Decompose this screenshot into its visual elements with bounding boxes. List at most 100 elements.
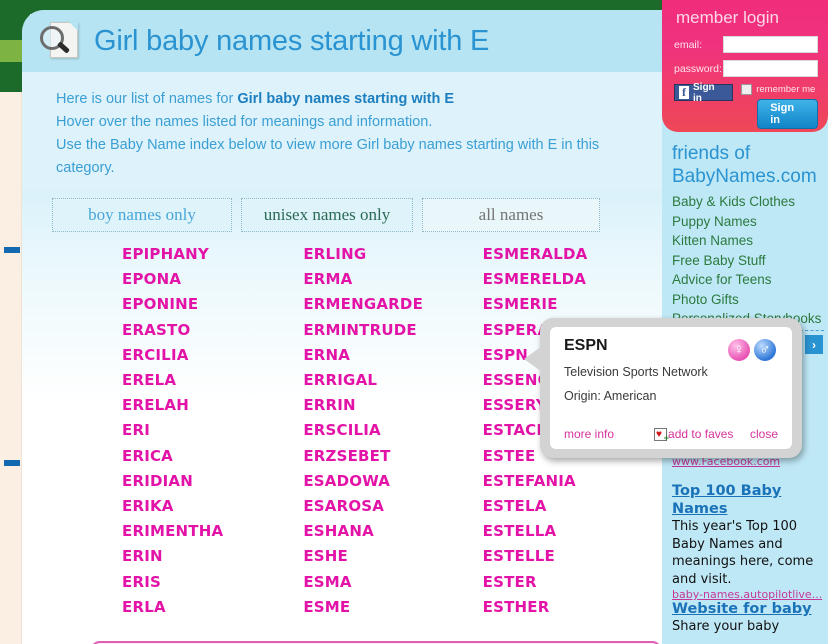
name-link[interactable]: ERRIN [303,393,482,418]
member-login-title: member login [676,8,779,27]
margin-marker [4,247,20,253]
name-link[interactable]: ESHANA [303,519,482,544]
name-link[interactable]: ERRIGAL [303,368,482,393]
remember-me-label: remember me [756,84,816,95]
tooltip-origin: Origin: American [564,389,657,403]
add-to-faves-icon: ♥ + [654,427,670,443]
name-link[interactable]: EPIPHANY [122,242,301,267]
friends-links-list: Baby & Kids Clothes Puppy Names Kitten Nam… [672,192,828,329]
name-link[interactable]: ERLA [122,595,301,620]
name-link[interactable]: ESTHER [483,595,662,620]
tooltip-pointer [524,346,542,372]
name-link[interactable]: ERIN [122,544,301,569]
tab-boy-names-only[interactable]: boy names only [52,198,232,232]
name-link[interactable]: ERI [122,418,301,443]
name-link[interactable]: ESTELLA [483,519,662,544]
close-tooltip-link[interactable]: close [750,427,778,441]
female-symbol-icon: ♀ [728,339,750,361]
tooltip-body: ESPN ♀ ♂ Television Sports Network Origi… [550,327,792,449]
friends-link[interactable]: Baby & Kids Clothes [672,192,828,212]
search-document-icon [40,20,84,62]
intro-line-2: Hover over the names listed for meanings… [56,114,433,130]
email-label: email: [674,38,703,51]
friends-of-babynames-title: friends of BabyNames.com [672,142,828,188]
name-link[interactable]: ERLING [303,242,482,267]
name-link[interactable]: ESHE [303,544,482,569]
name-link[interactable]: EPONINE [122,292,301,317]
name-link[interactable]: ERSCILIA [303,418,482,443]
password-field[interactable] [723,60,818,77]
name-link[interactable]: ERIKA [122,494,301,519]
name-link[interactable]: ESAROSA [303,494,482,519]
name-link[interactable]: ESTER [483,570,662,595]
ad-headline[interactable]: Top 100 Baby Names [672,482,828,518]
name-link[interactable]: ESTEFANIA [483,469,662,494]
remember-me-row[interactable]: remember me [741,84,818,95]
name-link[interactable]: ERELA [122,368,301,393]
tab-all-names[interactable]: all names [422,198,600,232]
tooltip-meaning: Television Sports Network [564,365,708,379]
password-label: password: [674,62,722,75]
friends-link[interactable]: Free Baby Stuff [672,251,828,271]
male-symbol-icon: ♂ [754,339,776,361]
page-root: Girl baby names starting with E Here is … [0,0,828,644]
name-link[interactable]: ESMERIE [483,292,662,317]
name-link[interactable]: ESMERELDA [483,267,662,292]
name-link[interactable]: EPONA [122,267,301,292]
name-link[interactable]: ERZSEBET [303,444,482,469]
ad-headline[interactable]: Website for baby [672,600,828,618]
tooltip-actions: more info ♥ + add to faves close [564,427,778,443]
intro-line-1-bold: Girl baby names starting with E [237,91,455,107]
name-detail-tooltip: ESPN ♀ ♂ Television Sports Network Origi… [524,318,802,458]
name-link[interactable]: ERNA [303,343,482,368]
friends-link[interactable]: Kitten Names [672,231,828,251]
name-link[interactable]: ESMERALDA [483,242,662,267]
name-link[interactable]: ESTELLE [483,544,662,569]
page-title: Girl baby names starting with E [94,24,490,57]
login-actions: f Sign in remember me Sign in [674,81,818,129]
ad-top-100-baby-names: Top 100 Baby Names This year's Top 100 B… [672,482,828,601]
name-link[interactable]: ERMINTRUDE [303,318,482,343]
name-column-1: EPIPHANY EPONA EPONINE ERASTO ERCILIA ERELA ER… [122,242,301,644]
more-info-link[interactable]: more info [564,427,614,441]
name-link[interactable]: ESMA [303,570,482,595]
ad-body: This year's Top 100 Baby Names and meani… [672,519,814,587]
friends-link[interactable]: Puppy Names [672,212,828,232]
friends-link[interactable]: Photo Gifts [672,290,828,310]
email-row: email: [674,36,818,53]
name-link[interactable]: ERIS [122,570,301,595]
add-to-faves-link[interactable]: ♥ + add to faves [654,427,734,443]
name-link[interactable]: ERASTO [122,318,301,343]
add-to-faves-label: add to faves [668,427,734,441]
carousel-next-icon[interactable]: › [805,335,823,354]
intro-text: Here is our list of names for Girl baby … [22,72,662,190]
name-link[interactable]: ESTELA [483,494,662,519]
signin-button[interactable]: Sign in [757,99,818,129]
name-link[interactable]: ERMA [303,267,482,292]
name-link[interactable]: ERIMENTHA [122,519,301,544]
tab-unisex-names-only[interactable]: unisex names only [241,198,413,232]
name-column-2: ERLING ERMA ERMENGARDE ERMINTRUDE ERNA ERRIGA… [303,242,482,644]
name-link[interactable]: ESME [303,595,482,620]
friends-link[interactable]: Advice for Teens [672,270,828,290]
password-row: password: [674,60,818,77]
name-filter-tabs: boy names only unisex names only all nam… [52,198,600,232]
ad-body: Share your baby [672,619,780,634]
facebook-signin-button[interactable]: f Sign in [674,81,734,104]
name-link[interactable]: ERCILIA [122,343,301,368]
intro-line-1: Here is our list of names for Girl baby … [56,88,642,111]
remember-me-checkbox[interactable] [741,84,753,95]
name-link[interactable]: ESADOWA [303,469,482,494]
intro-line-1-prefix: Here is our list of names for [56,91,238,107]
login-right-group: remember me Sign in [741,84,818,129]
facebook-signin-label: Sign in [693,81,715,104]
facebook-icon: f [679,86,689,99]
left-margin-strip [0,0,22,644]
margin-marker [4,460,20,466]
name-link[interactable]: ERMENGARDE [303,292,482,317]
member-login-panel: member login email: password: f Sign in … [662,0,828,132]
name-link[interactable]: ERIDIAN [122,469,301,494]
name-link[interactable]: ERICA [122,444,301,469]
name-link[interactable]: ERELAH [122,393,301,418]
email-field[interactable] [723,36,818,53]
